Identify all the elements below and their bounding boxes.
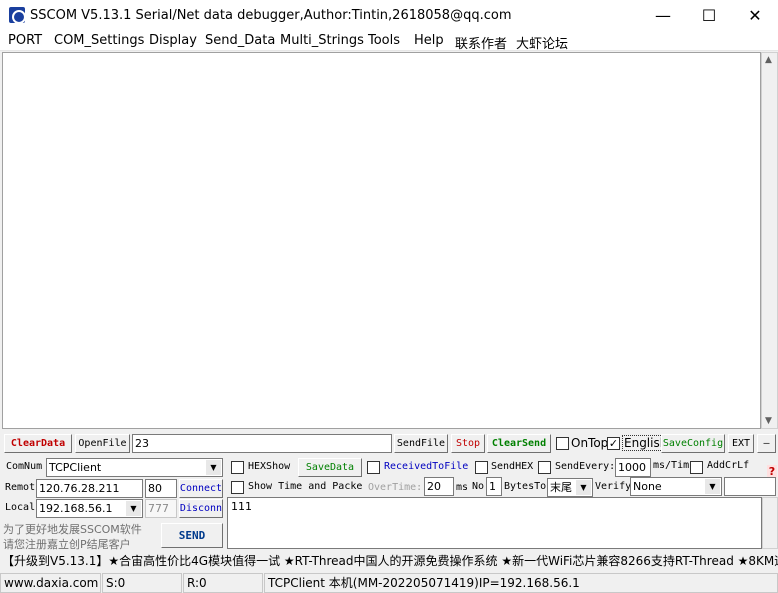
bytes-to-label: BytesTo	[504, 481, 547, 492]
local-ip-select[interactable]: 192.168.56.1 ▼	[36, 499, 143, 518]
send-every-label: SendEvery:	[555, 461, 616, 472]
received-to-file-label: ReceivedToFile	[384, 461, 469, 472]
chevron-down-icon[interactable]: ▼	[126, 501, 141, 516]
no-input[interactable]: 1	[486, 477, 502, 496]
ext-button[interactable]: EXT	[728, 434, 754, 453]
minimize-button[interactable]: —	[640, 0, 686, 31]
scroll-up-icon[interactable]: ▲	[765, 55, 772, 65]
remote-label: Remot	[5, 482, 36, 493]
sendhex-label: SendHEX	[491, 461, 534, 472]
ms-label: ms	[456, 482, 469, 493]
add-crlf-label: AddCrLf	[707, 460, 750, 471]
sendhex-checkbox[interactable]	[475, 461, 488, 474]
show-time-checkbox[interactable]	[231, 481, 244, 494]
receive-area[interactable]	[2, 52, 761, 429]
remote-ip-input[interactable]: 120.76.28.211	[36, 479, 143, 498]
interval-input[interactable]: 1000	[615, 458, 651, 477]
close-button[interactable]: ✕	[732, 0, 778, 31]
window-title: SSCOM V5.13.1 Serial/Net data debugger,A…	[30, 8, 512, 23]
local-port-input[interactable]: 777	[145, 499, 177, 518]
verify-label: Verify	[595, 481, 632, 492]
connect-button[interactable]: Connect	[179, 479, 223, 498]
remote-port-input[interactable]: 80	[145, 479, 177, 498]
overtime-input[interactable]: 20	[424, 477, 454, 496]
save-config-button[interactable]: SaveConfig	[661, 434, 725, 453]
local-label: Local	[5, 502, 36, 513]
stop-button[interactable]: Stop	[451, 434, 485, 453]
comnum-select[interactable]: TCPClient ▼	[46, 458, 223, 477]
hexshow-label: HEXShow	[248, 461, 291, 472]
show-time-label: Show Time and Packe	[248, 481, 363, 492]
tail-value: 末尾	[550, 481, 572, 494]
promo-line-1: 为了更好地发展SSCOM软件	[3, 523, 142, 536]
savedata-button[interactable]: SaveData	[298, 458, 362, 477]
comnum-label: ComNum	[6, 461, 43, 472]
menu-contact-author[interactable]: 联系作者	[455, 33, 507, 52]
send-every-checkbox[interactable]	[538, 461, 551, 474]
menu-tools[interactable]: Tools	[368, 33, 400, 48]
menu-help[interactable]: Help	[414, 33, 444, 48]
send-button[interactable]: SEND	[161, 523, 223, 548]
send-scrollbar[interactable]	[762, 497, 778, 549]
maximize-button[interactable]: ☐	[686, 0, 732, 31]
menu-bar: PORT COM_Settings Display Send_Data Mult…	[0, 31, 778, 52]
overtime-label: OverTime:	[368, 482, 423, 493]
menu-display[interactable]: Display	[149, 33, 197, 48]
open-file-button[interactable]: OpenFile	[75, 434, 130, 453]
menu-forum[interactable]: 大虾论坛	[516, 33, 568, 52]
news-ticker[interactable]: 【升级到V5.13.1】★合宙高性价比4G模块值得一试 ★RT-Thread中国…	[0, 552, 778, 570]
hexshow-checkbox[interactable]	[231, 461, 244, 474]
menu-port[interactable]: PORT	[8, 33, 42, 48]
chevron-down-icon[interactable]: ▼	[576, 480, 591, 495]
verify-value: None	[633, 480, 662, 493]
file-path-input[interactable]: 23	[132, 434, 392, 453]
clear-send-button[interactable]: ClearSend	[487, 434, 551, 453]
chevron-down-icon[interactable]: ▼	[705, 479, 720, 494]
status-received-count: R:0	[183, 573, 263, 593]
receive-scrollbar[interactable]: ▲ ▼	[761, 52, 778, 429]
comnum-value: TCPClient	[49, 461, 102, 474]
send-file-button[interactable]: SendFile	[394, 434, 448, 453]
status-sent-count: S:0	[102, 573, 182, 593]
tail-select[interactable]: 末尾 ▼	[547, 478, 593, 497]
promo-line-2: 请您注册嘉立创P结尾客户	[3, 538, 131, 551]
clear-data-button[interactable]: ClearData	[4, 434, 72, 453]
local-ip-value: 192.168.56.1	[39, 502, 113, 515]
app-icon	[9, 7, 26, 24]
ontop-label: OnTop	[571, 436, 609, 450]
status-connection-info: TCPClient 本机(MM-202205071419)IP=192.168.…	[264, 573, 778, 593]
add-crlf-checkbox[interactable]	[690, 461, 703, 474]
no-label: No	[472, 481, 485, 492]
disconnect-button[interactable]: Disconn	[179, 499, 223, 518]
chevron-down-icon[interactable]: ▼	[206, 460, 221, 475]
title-bar: SSCOM V5.13.1 Serial/Net data debugger,A…	[0, 0, 778, 31]
status-url[interactable]: www.daxia.com	[0, 573, 101, 593]
received-to-file-checkbox[interactable]	[367, 461, 380, 474]
ontop-checkbox[interactable]	[556, 437, 569, 450]
english-checkbox[interactable]: ✓	[607, 437, 620, 450]
collapse-button[interactable]: —	[757, 434, 776, 453]
scroll-down-icon[interactable]: ▼	[765, 416, 772, 426]
menu-multi-strings[interactable]: Multi_Strings	[280, 33, 364, 48]
send-text-area[interactable]: 111	[227, 497, 762, 549]
menu-com-settings[interactable]: COM_Settings	[54, 33, 144, 48]
menu-send-data[interactable]: Send_Data	[205, 33, 275, 48]
verify-select[interactable]: None ▼	[630, 477, 722, 496]
verify-result-field[interactable]	[724, 477, 776, 496]
interval-unit-label: ms/Tim	[653, 460, 690, 471]
